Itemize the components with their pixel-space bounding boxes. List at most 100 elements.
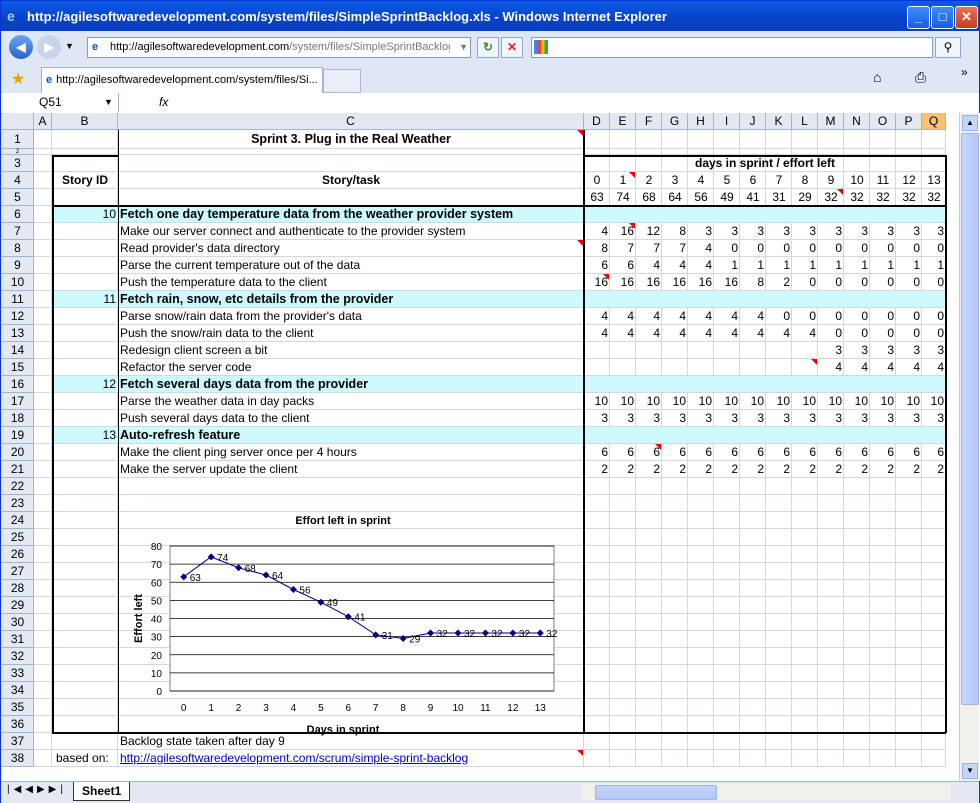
- cell[interactable]: [870, 597, 896, 614]
- cell[interactable]: [766, 648, 792, 665]
- cell[interactable]: [818, 682, 844, 699]
- cell[interactable]: [922, 665, 946, 682]
- horizontal-scroll-thumb[interactable]: [595, 785, 717, 800]
- cell[interactable]: [922, 529, 946, 546]
- cell[interactable]: [714, 130, 740, 149]
- cell[interactable]: [662, 359, 688, 376]
- cell[interactable]: [740, 682, 766, 699]
- cell[interactable]: [34, 580, 52, 597]
- row-header-21[interactable]: 21: [2, 461, 34, 478]
- cell[interactable]: [792, 478, 818, 495]
- cell[interactable]: [688, 716, 714, 733]
- cell[interactable]: [896, 614, 922, 631]
- cell[interactable]: [34, 597, 52, 614]
- cell[interactable]: [688, 682, 714, 699]
- cell[interactable]: [870, 750, 896, 767]
- cell[interactable]: [896, 130, 922, 149]
- cell[interactable]: [714, 665, 740, 682]
- cell[interactable]: [818, 699, 844, 716]
- cell[interactable]: [714, 478, 740, 495]
- cell[interactable]: [688, 130, 714, 149]
- cell[interactable]: [870, 529, 896, 546]
- cell[interactable]: [792, 342, 818, 359]
- cell[interactable]: [922, 648, 946, 665]
- column-header-j[interactable]: J: [740, 113, 766, 130]
- cell[interactable]: [34, 359, 52, 376]
- cell[interactable]: [34, 257, 52, 274]
- worksheet[interactable]: A B C D E F G H I J K L M N O P Q 1 2 3 4 5 6 7 8 9 10 11 12 13 14 15 16…: [2, 113, 980, 781]
- row-header-16[interactable]: 16: [2, 376, 34, 393]
- cell[interactable]: [584, 597, 610, 614]
- cell[interactable]: [636, 648, 662, 665]
- cell[interactable]: [766, 631, 792, 648]
- cell[interactable]: [52, 308, 118, 325]
- column-header-m[interactable]: M: [818, 113, 844, 130]
- cell[interactable]: [870, 682, 896, 699]
- cell[interactable]: [662, 750, 688, 767]
- cell[interactable]: [34, 546, 52, 563]
- cell[interactable]: [714, 495, 740, 512]
- cell[interactable]: [662, 529, 688, 546]
- cell[interactable]: [792, 580, 818, 597]
- cell[interactable]: [922, 512, 946, 529]
- cell[interactable]: [636, 733, 662, 750]
- cell[interactable]: [52, 274, 118, 291]
- cell[interactable]: [52, 682, 118, 699]
- cell[interactable]: [52, 665, 118, 682]
- cell[interactable]: [844, 495, 870, 512]
- minimize-button[interactable]: _: [907, 6, 930, 29]
- row-header-17[interactable]: 17: [2, 393, 34, 410]
- row-header-7[interactable]: 7: [2, 223, 34, 240]
- cell[interactable]: [792, 699, 818, 716]
- cell[interactable]: [818, 495, 844, 512]
- cell[interactable]: [688, 342, 714, 359]
- cell[interactable]: [52, 529, 118, 546]
- cell[interactable]: [766, 665, 792, 682]
- cell[interactable]: [662, 512, 688, 529]
- cell[interactable]: [792, 716, 818, 733]
- tab-active[interactable]: e http://agilesoftwaredevelopment.com/sys…: [41, 67, 323, 93]
- cell[interactable]: [584, 733, 610, 750]
- cell[interactable]: [662, 631, 688, 648]
- favorites-star-icon[interactable]: ★: [11, 69, 25, 89]
- cell[interactable]: [714, 631, 740, 648]
- cell[interactable]: [34, 155, 52, 172]
- cell[interactable]: [636, 699, 662, 716]
- row-header-34[interactable]: 34: [2, 682, 34, 699]
- cell[interactable]: [740, 512, 766, 529]
- cell[interactable]: [766, 614, 792, 631]
- cell[interactable]: [766, 716, 792, 733]
- cell[interactable]: [610, 512, 636, 529]
- cell[interactable]: [584, 546, 610, 563]
- cell[interactable]: [610, 631, 636, 648]
- cell[interactable]: [636, 614, 662, 631]
- cell[interactable]: [766, 359, 792, 376]
- cell[interactable]: [792, 563, 818, 580]
- cell[interactable]: [52, 631, 118, 648]
- column-header-f[interactable]: F: [636, 113, 662, 130]
- cell[interactable]: [844, 512, 870, 529]
- cell[interactable]: [52, 478, 118, 495]
- cell[interactable]: [714, 529, 740, 546]
- search-input[interactable]: [531, 37, 933, 58]
- cell[interactable]: [714, 648, 740, 665]
- cell[interactable]: [922, 546, 946, 563]
- sheet-nav-icons[interactable]: |◀◀▶▶|: [7, 784, 67, 795]
- row-header-13[interactable]: 13: [2, 325, 34, 342]
- row-header-30[interactable]: 30: [2, 614, 34, 631]
- cell[interactable]: [844, 665, 870, 682]
- more-tools-icon[interactable]: »: [961, 65, 968, 79]
- cell[interactable]: [118, 189, 584, 206]
- cell[interactable]: [896, 478, 922, 495]
- cell[interactable]: [52, 130, 118, 149]
- cell[interactable]: [52, 716, 118, 733]
- stop-icon[interactable]: ✕: [501, 37, 523, 58]
- cell[interactable]: [52, 648, 118, 665]
- cell[interactable]: [584, 512, 610, 529]
- cell[interactable]: [610, 580, 636, 597]
- cell[interactable]: [896, 682, 922, 699]
- cell[interactable]: [870, 733, 896, 750]
- cell[interactable]: [584, 665, 610, 682]
- maximize-button[interactable]: □: [931, 6, 954, 29]
- fx-icon[interactable]: fx: [159, 95, 168, 109]
